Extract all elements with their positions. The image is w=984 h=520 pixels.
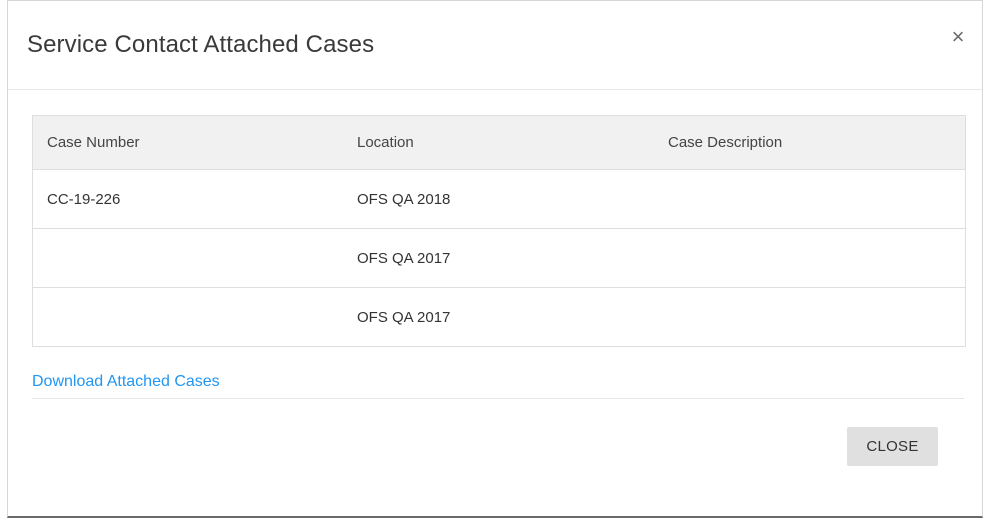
cell-case-description [654, 287, 966, 347]
cell-case-number [32, 287, 343, 347]
cell-case-description [654, 169, 966, 229]
cell-location: OFS QA 2017 [343, 228, 654, 288]
cell-location: OFS QA 2017 [343, 287, 654, 347]
table-row[interactable]: OFS QA 2017 [32, 228, 966, 288]
column-header-location[interactable]: Location [343, 115, 654, 170]
table-header-row: Case Number Location Case Description [32, 115, 966, 170]
download-attached-cases-link[interactable]: Download Attached Cases [32, 373, 220, 391]
footer-divider [32, 398, 964, 399]
table-row[interactable]: CC-19-226 OFS QA 2018 [32, 169, 966, 229]
cell-case-number: CC-19-226 [32, 169, 343, 229]
attached-cases-table: Case Number Location Case Description CC… [32, 115, 966, 347]
attached-cases-dialog: Service Contact Attached Cases × Case Nu… [7, 0, 983, 518]
close-button[interactable]: CLOSE [847, 427, 938, 466]
table-row[interactable]: OFS QA 2017 [32, 287, 966, 347]
dialog-title: Service Contact Attached Cases [27, 31, 375, 58]
cell-case-description [654, 228, 966, 288]
column-header-case-number[interactable]: Case Number [32, 115, 343, 170]
close-icon[interactable]: × [948, 26, 968, 48]
column-header-case-description[interactable]: Case Description [654, 115, 966, 170]
dialog-header: Service Contact Attached Cases × [8, 1, 982, 90]
cell-location: OFS QA 2018 [343, 169, 654, 229]
cell-case-number [32, 228, 343, 288]
